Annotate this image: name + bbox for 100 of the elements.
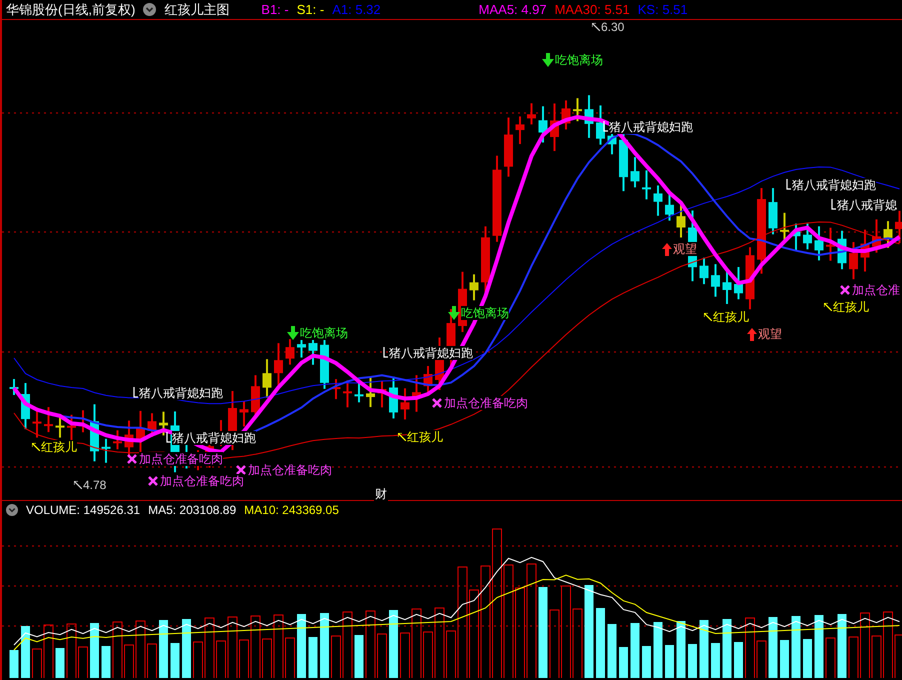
volume-bar (228, 616, 238, 678)
volume-bar (147, 644, 157, 678)
candlestick (424, 366, 432, 392)
arrow-up-icon (747, 328, 757, 340)
candlestick (240, 401, 248, 426)
volume-bar (688, 644, 697, 678)
candlestick (400, 388, 410, 420)
candlestick (44, 407, 53, 432)
indicator-readout: B1: - (261, 0, 289, 19)
candlestick (884, 221, 892, 248)
signal-label: 加点仓准备吃肉 (139, 452, 223, 466)
volume-bar (826, 638, 836, 678)
arrow-down-icon (542, 53, 554, 67)
volume-bar (883, 612, 893, 678)
volume-bar (608, 624, 616, 678)
signal-label: 4.78 (83, 478, 106, 492)
candlestick (412, 375, 421, 412)
signal-label: 猪八戒背媳妇跑 (139, 386, 223, 400)
candlestick (274, 343, 283, 388)
candlestick (56, 418, 64, 438)
volume-bar (642, 646, 651, 678)
volume-bar (619, 647, 628, 678)
indicator-readout: KS: 5.51 (638, 0, 688, 19)
volume-bar (894, 634, 902, 678)
volume-bar (112, 622, 122, 678)
candlestick (860, 230, 870, 272)
signal-label: 猪八戒背媳妇跑 (172, 431, 256, 445)
signal-label: 红孩儿 (407, 430, 443, 444)
volume-bar (274, 614, 284, 678)
candlestick (665, 194, 674, 221)
candlestick (21, 383, 30, 430)
volume-bar (711, 643, 720, 678)
volume-bar (838, 614, 846, 678)
candlestick (838, 230, 846, 270)
candlestick (711, 264, 720, 297)
dropdown-icon[interactable] (143, 3, 156, 16)
candlestick (550, 103, 559, 152)
volume-bar (250, 616, 260, 678)
volume-bar (216, 640, 226, 678)
signal-label: 6.30 (601, 20, 624, 34)
candlestick (573, 98, 582, 122)
volume-bar (412, 608, 422, 678)
cross-icon (840, 285, 850, 295)
dropdown-icon[interactable] (6, 504, 18, 516)
volume-bar (745, 618, 755, 678)
candlestick (527, 103, 536, 124)
volume-bar (803, 639, 812, 678)
candlestick (378, 381, 386, 408)
signal-label: 加点仓准备吃肉 (444, 396, 528, 410)
volume-readout: MA5: 203108.89 (148, 502, 236, 518)
volume-bar (400, 632, 410, 678)
cross-icon (432, 398, 442, 408)
volume-bar (550, 610, 560, 678)
volume-bar (389, 610, 398, 678)
candlestick (803, 224, 812, 250)
volume-bar (44, 624, 54, 678)
cross-icon (148, 476, 158, 486)
volume-bar (32, 648, 42, 678)
volume-bar (434, 608, 444, 678)
candlestick (90, 404, 99, 462)
arrow-up-icon (662, 242, 672, 256)
volume-bar (792, 616, 800, 678)
indicator-name: 红孩儿主图 (164, 0, 230, 19)
volume-bar (780, 640, 789, 678)
volume-bar (320, 613, 329, 678)
candlestick (67, 414, 76, 442)
candlestick (470, 274, 478, 300)
volume-bar (572, 608, 582, 678)
candlestick (780, 212, 789, 242)
pointer-arrow-icon (592, 23, 600, 31)
indicator-readout: MAA5: 4.97 (478, 0, 547, 19)
candlestick (286, 339, 294, 365)
volume-bar (756, 640, 766, 678)
signal-label: 猪八戒背媳妇跑 (792, 178, 876, 192)
volume-bar (768, 617, 778, 678)
candlestick (159, 412, 168, 436)
candlestick (504, 118, 513, 177)
candlestick (826, 228, 835, 261)
signal-label: 加点仓准 (852, 283, 900, 297)
candlestick (700, 258, 708, 284)
candlestick (366, 376, 375, 408)
volume-bar (262, 638, 272, 678)
volume-bar (423, 632, 433, 678)
candlestick (332, 379, 340, 400)
volume-bar (342, 612, 352, 678)
volume-readout: VOLUME: 149526.31 (26, 502, 140, 518)
volume-bar (297, 614, 306, 678)
candlestick (262, 359, 272, 398)
volume-bar (102, 646, 110, 678)
signal-label: 猪八戒背媳 (837, 198, 897, 212)
signal-label: 加点仓准备吃肉 (248, 463, 332, 477)
candlestick (538, 106, 548, 143)
volume-bar (90, 623, 99, 678)
cross-icon (236, 465, 246, 475)
volume-bar (377, 634, 387, 678)
candlestick (792, 224, 800, 250)
signal-label: 红孩儿 (713, 310, 749, 324)
volume-bar (860, 612, 870, 678)
pointer-arrow-icon (398, 433, 406, 441)
volume-bar (676, 621, 686, 678)
